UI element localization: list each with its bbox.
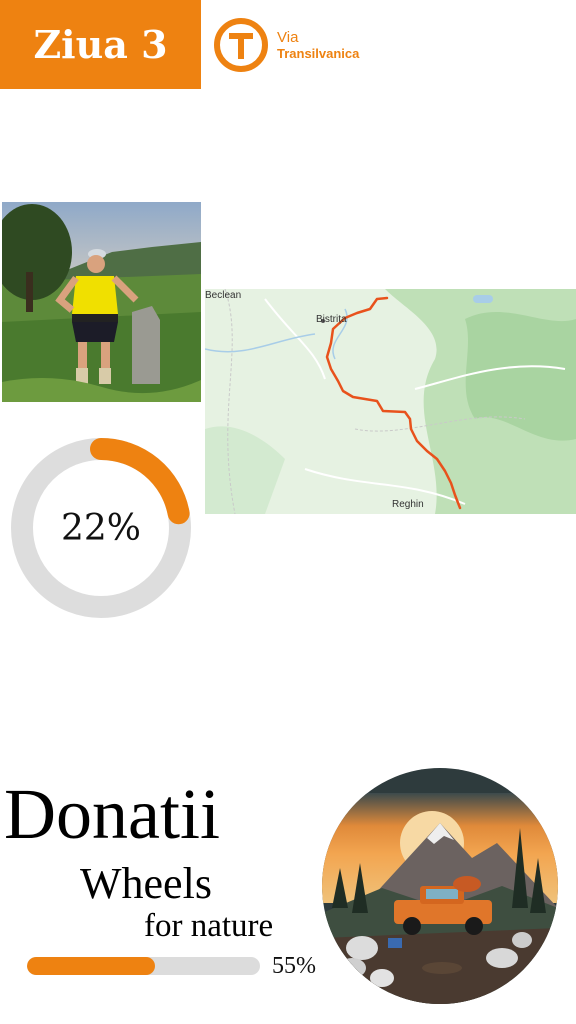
donations-progress-fill bbox=[27, 957, 156, 975]
logo-text-transilvanica: Transilvanica bbox=[277, 46, 360, 61]
donations-subtitle-line1: Wheels bbox=[80, 859, 212, 908]
via-transilvanica-logo: Via Transilvanica bbox=[212, 16, 382, 74]
trail-progress-ring: 22% bbox=[11, 438, 191, 618]
donations-subtitle-line2: for nature bbox=[144, 908, 274, 944]
via-transilvanica-t-icon bbox=[214, 18, 268, 72]
logo-text-via: Via bbox=[277, 29, 299, 46]
map-label-beclean: Beclean bbox=[205, 290, 242, 301]
map-label-reghin: Reghin bbox=[392, 499, 424, 510]
donations-progress-bar bbox=[27, 957, 260, 975]
hiker-photo bbox=[2, 202, 201, 402]
wheels-for-nature-illustration bbox=[322, 768, 558, 1004]
day-label: Ziua 3 bbox=[33, 22, 168, 67]
donations-title: Donatii bbox=[4, 774, 220, 854]
donations-percent: 55% bbox=[272, 953, 316, 979]
progress-percent: 22% bbox=[60, 507, 141, 549]
day-banner: Ziua 3 bbox=[0, 0, 201, 89]
map-label-bistrita: Bistrița bbox=[316, 314, 347, 325]
route-map: Beclean Bistrița Reghin bbox=[205, 289, 576, 514]
